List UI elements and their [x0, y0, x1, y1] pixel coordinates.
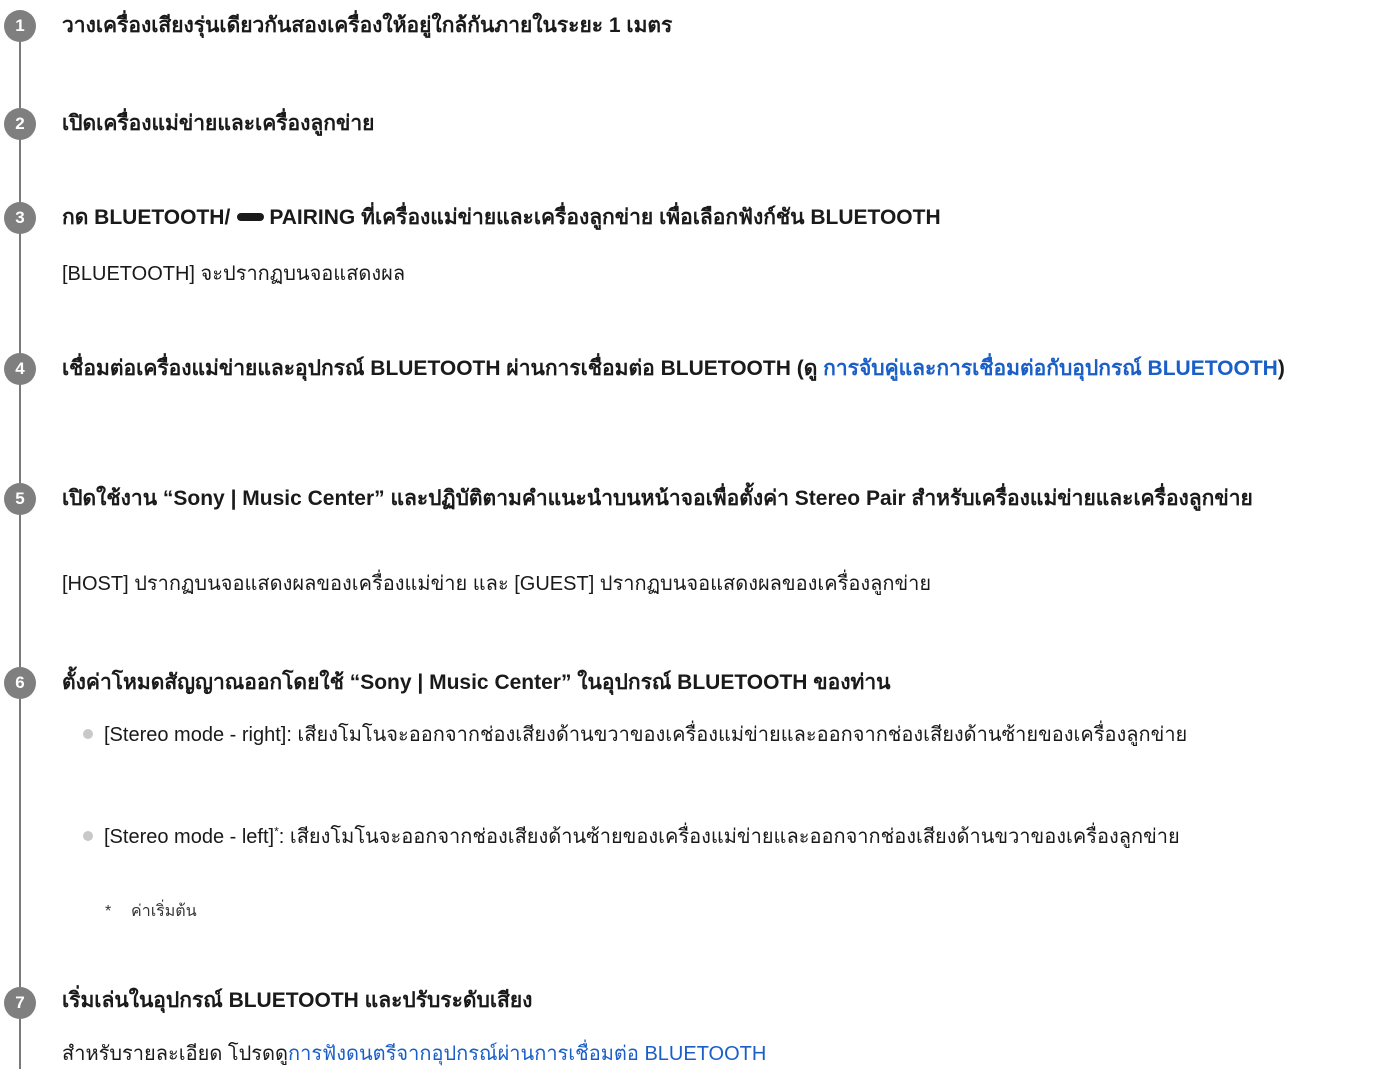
pairing-guide-link[interactable]: การจับคู่และการเชื่อมต่อกับอุปกรณ์ BLUET… [823, 357, 1278, 380]
step-connector-line [19, 24, 21, 1069]
footnote-text: ค่าเริ่มต้น [131, 903, 197, 920]
step-3-badge: 3 [4, 202, 36, 234]
step-7-description: สำหรับรายละเอียด โปรดดูการฟังดนตรีจากอุป… [62, 1039, 1375, 1069]
step-3-heading-part-1: กด BLUETOOTH/ [62, 206, 231, 229]
step-4-heading-text: เชื่อมต่อเครื่องแม่ข่ายและอุปกรณ์ BLUETO… [62, 357, 824, 380]
footnote: * ค่าเริ่มต้น [105, 899, 197, 924]
step-6-heading: ตั้งค่าโหมดสัญญาณออกโดยใช้ “Sony | Music… [62, 671, 891, 694]
step-2-heading: เปิดเครื่องแม่ข่ายและเครื่องลูกข่าย [62, 112, 375, 135]
step-6-badge: 6 [4, 667, 36, 699]
stereo-mode-left-label: [Stereo mode - left] [104, 826, 275, 848]
step-7-heading: เริ่มเล่นในอุปกรณ์ BLUETOOTH และปรับระดั… [62, 989, 533, 1012]
step-3-heading-part-2: PAIRING ที่เครื่องแม่ข่ายและเครื่องลูกข่… [269, 206, 941, 229]
dash-pairing-icon [237, 212, 265, 221]
step-7-description-text: สำหรับรายละเอียด โปรดดู [62, 1043, 289, 1065]
step-5-heading: เปิดใช้งาน “Sony | Music Center” และปฏิบ… [62, 487, 1253, 510]
step-2-badge: 2 [4, 108, 36, 140]
bullet-dot [83, 831, 93, 841]
step-5-badge: 5 [4, 483, 36, 515]
step-7-badge: 7 [4, 987, 36, 1019]
stereo-mode-left-item: [Stereo mode - left]*: เสียงโมโนจะออกจาก… [104, 821, 1375, 853]
step-3-heading: กด BLUETOOTH/PAIRING ที่เครื่องแม่ข่ายแล… [62, 202, 1375, 233]
step-1-badge: 1 [4, 10, 36, 42]
step-3-description: [BLUETOOTH] จะปรากฏบนจอแสดงผล [62, 263, 406, 285]
footnote-marker: * [105, 903, 112, 920]
step-5-description: [HOST] ปรากฏบนจอแสดงผลของเครื่องแม่ข่าย … [62, 573, 932, 595]
step-1-heading: วางเครื่องเสียงรุ่นเดียวกันสองเครื่องให้… [62, 14, 673, 37]
stereo-mode-right-text: : เสียงโมโนจะออกจากช่องเสียงด้านขวาของเค… [286, 724, 1188, 746]
stereo-mode-right-item: [Stereo mode - right]: เสียงโมโนจะออกจาก… [104, 719, 1375, 751]
bullet-dot [83, 729, 93, 739]
stereo-mode-right-label: [Stereo mode - right] [104, 724, 287, 746]
step-4-heading-close: ) [1277, 357, 1285, 380]
stereo-mode-left-text: : เสียงโมโนจะออกจากช่องเสียงด้านซ้ายของเ… [278, 826, 1180, 848]
step-4-heading: เชื่อมต่อเครื่องแม่ข่ายและอุปกรณ์ BLUETO… [62, 353, 1375, 384]
step-4-badge: 4 [4, 353, 36, 385]
listening-guide-link[interactable]: การฟังดนตรีจากอุปกรณ์ผ่านการเชื่อมต่อ BL… [288, 1043, 766, 1065]
